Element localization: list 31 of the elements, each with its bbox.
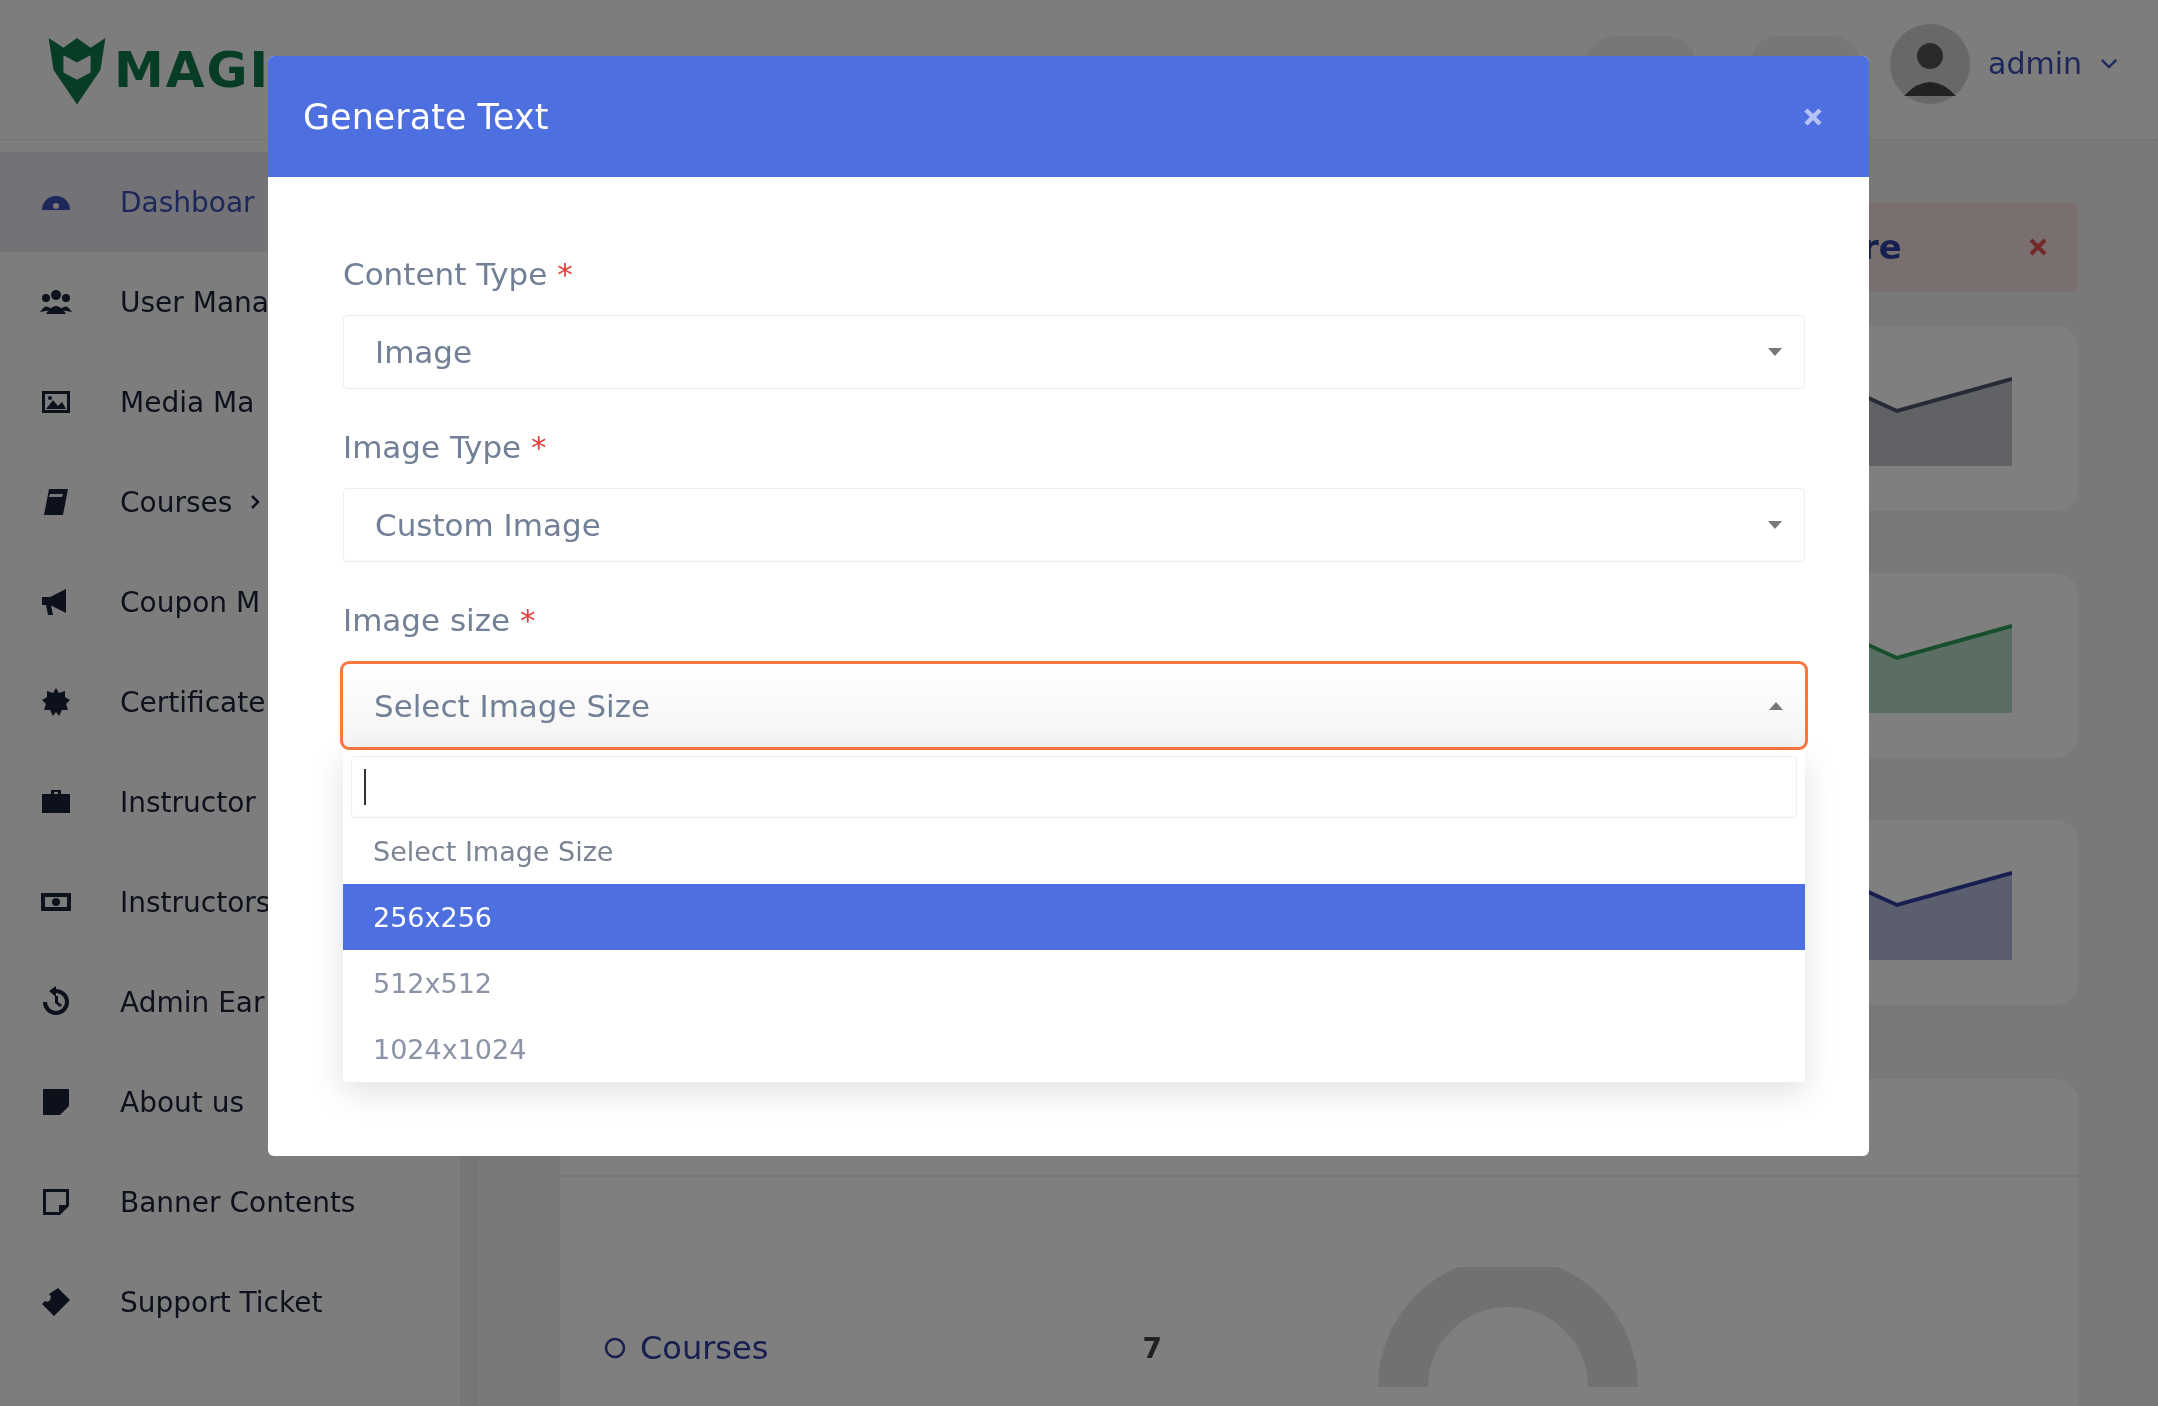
- close-icon[interactable]: [2028, 237, 2048, 257]
- dropdown-option[interactable]: Select Image Size: [343, 818, 1805, 884]
- select-field[interactable]: Image: [343, 315, 1805, 389]
- search-field[interactable]: [351, 756, 1797, 818]
- logo-text: MAGI: [114, 40, 271, 99]
- badge-icon: [40, 686, 72, 718]
- avatar-icon[interactable]: [1890, 23, 1970, 104]
- chevron-down-icon: [2100, 58, 2118, 69]
- circle-icon: [604, 1337, 626, 1359]
- select-field[interactable]: Select Image Size: [340, 661, 1808, 750]
- select-field[interactable]: Custom Image: [343, 488, 1805, 562]
- caret-down-icon: [1768, 521, 1782, 529]
- ticket-icon: [40, 1286, 72, 1318]
- dropdown-option[interactable]: 1024x1024: [343, 1016, 1805, 1082]
- dropdown-option[interactable]: 256x256: [343, 884, 1805, 950]
- caret-up-icon: [1769, 701, 1783, 710]
- legend-value: 7: [1142, 1331, 1162, 1365]
- sidebar-item[interactable]: Banner Contents: [0, 1152, 460, 1252]
- close-icon: [1803, 106, 1823, 127]
- user-menu[interactable]: admin: [1988, 46, 2082, 81]
- caret-down-icon: [1768, 348, 1782, 356]
- field-label: Image Type *: [343, 429, 548, 465]
- note-outline-icon: [40, 1186, 72, 1218]
- field-label: Image size *: [343, 602, 537, 638]
- sidebar-item[interactable]: Support Ticket: [0, 1252, 460, 1352]
- history-icon: [40, 986, 72, 1018]
- legend-label: Courses: [640, 1329, 769, 1367]
- note-icon: [40, 1086, 72, 1118]
- dropdown-option[interactable]: 512x512: [343, 950, 1805, 1016]
- field-label: Content Type *: [343, 256, 574, 292]
- modal-title: Generate Text: [303, 96, 549, 137]
